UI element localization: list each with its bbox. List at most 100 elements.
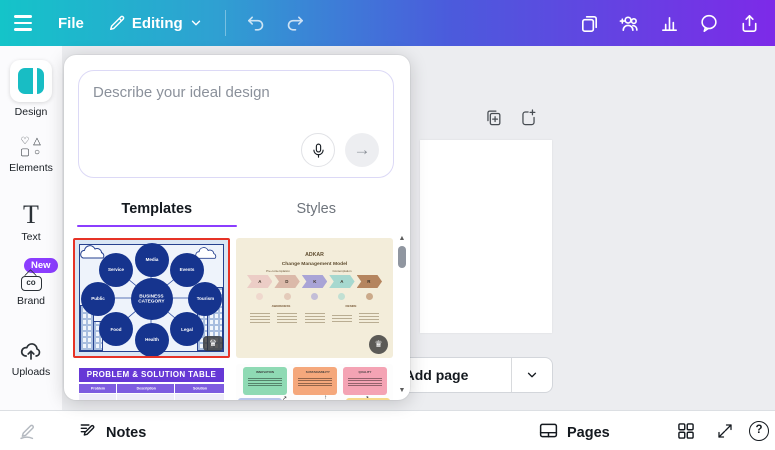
chevron-down-icon (189, 16, 203, 30)
add-page-icon[interactable] (519, 108, 538, 127)
chevron-down-icon (525, 368, 539, 382)
stage-chevron: R (357, 275, 382, 288)
sticky-card: INNOVATION (243, 367, 287, 395)
mind-map-node: Service (99, 253, 133, 287)
topbar-divider (225, 10, 226, 36)
stage-chevron: A (329, 275, 354, 288)
voice-input-button[interactable] (301, 133, 335, 167)
stage-heading: AWARENESS (266, 305, 295, 308)
add-page-dropdown[interactable] (512, 368, 552, 382)
template-sticky-notes[interactable]: INNOVATION SUSTAINABILITY QUALITY ↗ ↑ ↗ (236, 364, 393, 400)
comments-icon[interactable] (689, 0, 729, 46)
sidebar-item-brand[interactable]: New co Brand (0, 272, 62, 307)
draw-tool-icon[interactable] (18, 420, 39, 446)
tab-label: Templates (121, 201, 192, 217)
sidebar-item-label: Uploads (0, 366, 62, 378)
pages-overview-icon[interactable] (569, 0, 609, 46)
pencil-icon (108, 14, 126, 32)
mind-map-node: Tourism (188, 282, 222, 316)
scroll-down-arrow[interactable]: ▼ (397, 387, 407, 394)
notes-icon (78, 420, 98, 445)
popup-tabs: Templates Styles (77, 190, 396, 227)
sidebar-item-label: Brand (0, 295, 62, 307)
tab-label: Styles (297, 201, 337, 217)
sidebar-item-label: Design (0, 106, 62, 118)
elements-shapes-icon: ♡△▢○ (19, 136, 43, 158)
design-prompt-input[interactable] (79, 71, 393, 133)
design-icon (10, 60, 52, 102)
template-scrollbar[interactable]: ▲ ▼ (397, 235, 407, 395)
fullscreen-button[interactable] (716, 422, 734, 445)
bottom-bar: Notes 26% Pages 1 / 1 ? (0, 410, 775, 450)
mind-map-node: Health (135, 323, 169, 357)
column-header: Problem (91, 387, 105, 391)
pages-label: Pages (567, 425, 610, 441)
sidebar-item-text[interactable]: T Text (0, 202, 62, 243)
sidebar: Design ♡△▢○ Elements T Text New co Brand… (0, 46, 62, 410)
scroll-up-arrow[interactable]: ▲ (397, 235, 407, 242)
column-header: Solution (193, 387, 207, 391)
undo-button[interactable] (236, 0, 276, 46)
stage-dot (311, 293, 318, 300)
partial-shape (346, 398, 390, 400)
arrow-up: ↑ (324, 395, 327, 400)
tab-templates[interactable]: Templates (77, 190, 237, 227)
adkar-subtitle: Change Management Model (266, 261, 363, 267)
sidebar-item-elements[interactable]: ♡△▢○ Elements (0, 136, 62, 174)
top-bar: File Editing (0, 0, 775, 46)
sidebar-item-label: Elements (0, 162, 62, 174)
scrollbar-thumb[interactable] (398, 246, 406, 268)
arrow-right-icon: → (354, 140, 371, 160)
invite-members-icon[interactable] (609, 0, 649, 46)
table-title: PROBLEM & SOLUTION TABLE (79, 368, 224, 382)
sidebar-item-uploads[interactable]: Uploads (0, 339, 62, 378)
pro-crown-badge: ♛ (369, 335, 388, 354)
file-button[interactable]: File (46, 0, 96, 46)
stage-chevron: K (302, 275, 327, 288)
mind-map-node: Food (99, 312, 133, 346)
editing-mode-button[interactable]: Editing (96, 0, 215, 46)
canvas-page[interactable] (420, 140, 552, 333)
template-adkar-model[interactable]: ADKAR Change Management Model Pre-contem… (236, 238, 393, 358)
submit-prompt-button[interactable]: → (345, 133, 379, 167)
design-popup-panel: → Templates Styles (64, 55, 410, 400)
canva-editor: File Editing (0, 0, 775, 450)
sticky-card: SUSTAINABILITY (293, 367, 337, 395)
mind-map-node: Legal (170, 312, 204, 346)
duplicate-page-icon[interactable] (484, 108, 503, 127)
help-button[interactable]: ? (749, 421, 769, 441)
column-header: Description (136, 387, 155, 391)
stage-chevron: D (274, 275, 299, 288)
adkar-title: ADKAR (263, 252, 365, 258)
prompt-box: → (78, 70, 394, 178)
mind-map-center-node: BUSINESS CATEGORY (131, 278, 173, 320)
sidebar-item-label: Text (0, 231, 62, 243)
pages-icon (538, 420, 559, 446)
upload-cloud-icon (19, 339, 43, 363)
question-mark: ? (755, 424, 762, 436)
text-icon: T (0, 202, 62, 228)
add-page-label: Add page (405, 367, 469, 383)
notes-button[interactable]: Notes (78, 420, 146, 445)
stage-dot (256, 293, 263, 300)
pro-crown-badge: ♛ (203, 336, 223, 351)
stage-dot (284, 293, 291, 300)
stage-heading: DESIRE (336, 305, 365, 308)
sticky-card: QUALITY (343, 367, 387, 395)
share-icon[interactable] (729, 0, 769, 46)
pages-button[interactable]: Pages (538, 420, 610, 446)
menu-icon[interactable] (0, 0, 46, 46)
mind-map-node: Public (81, 282, 115, 316)
arrow-up: ↗ (282, 395, 287, 400)
grid-view-button[interactable] (676, 421, 696, 446)
stage-phase: Contemplation (329, 270, 356, 273)
redo-button[interactable] (276, 0, 316, 46)
sidebar-item-design[interactable]: Design (0, 60, 62, 118)
editing-label: Editing (132, 15, 183, 32)
file-label: File (58, 15, 84, 32)
stage-dot (366, 293, 373, 300)
template-business-mind-map[interactable]: BUSINESS CATEGORY Media Events Tourism L… (73, 238, 230, 358)
insights-icon[interactable] (649, 0, 689, 46)
tab-styles[interactable]: Styles (237, 190, 397, 227)
template-problem-solution-table[interactable]: PROBLEM & SOLUTION TABLE Problem Descrip… (73, 364, 230, 400)
